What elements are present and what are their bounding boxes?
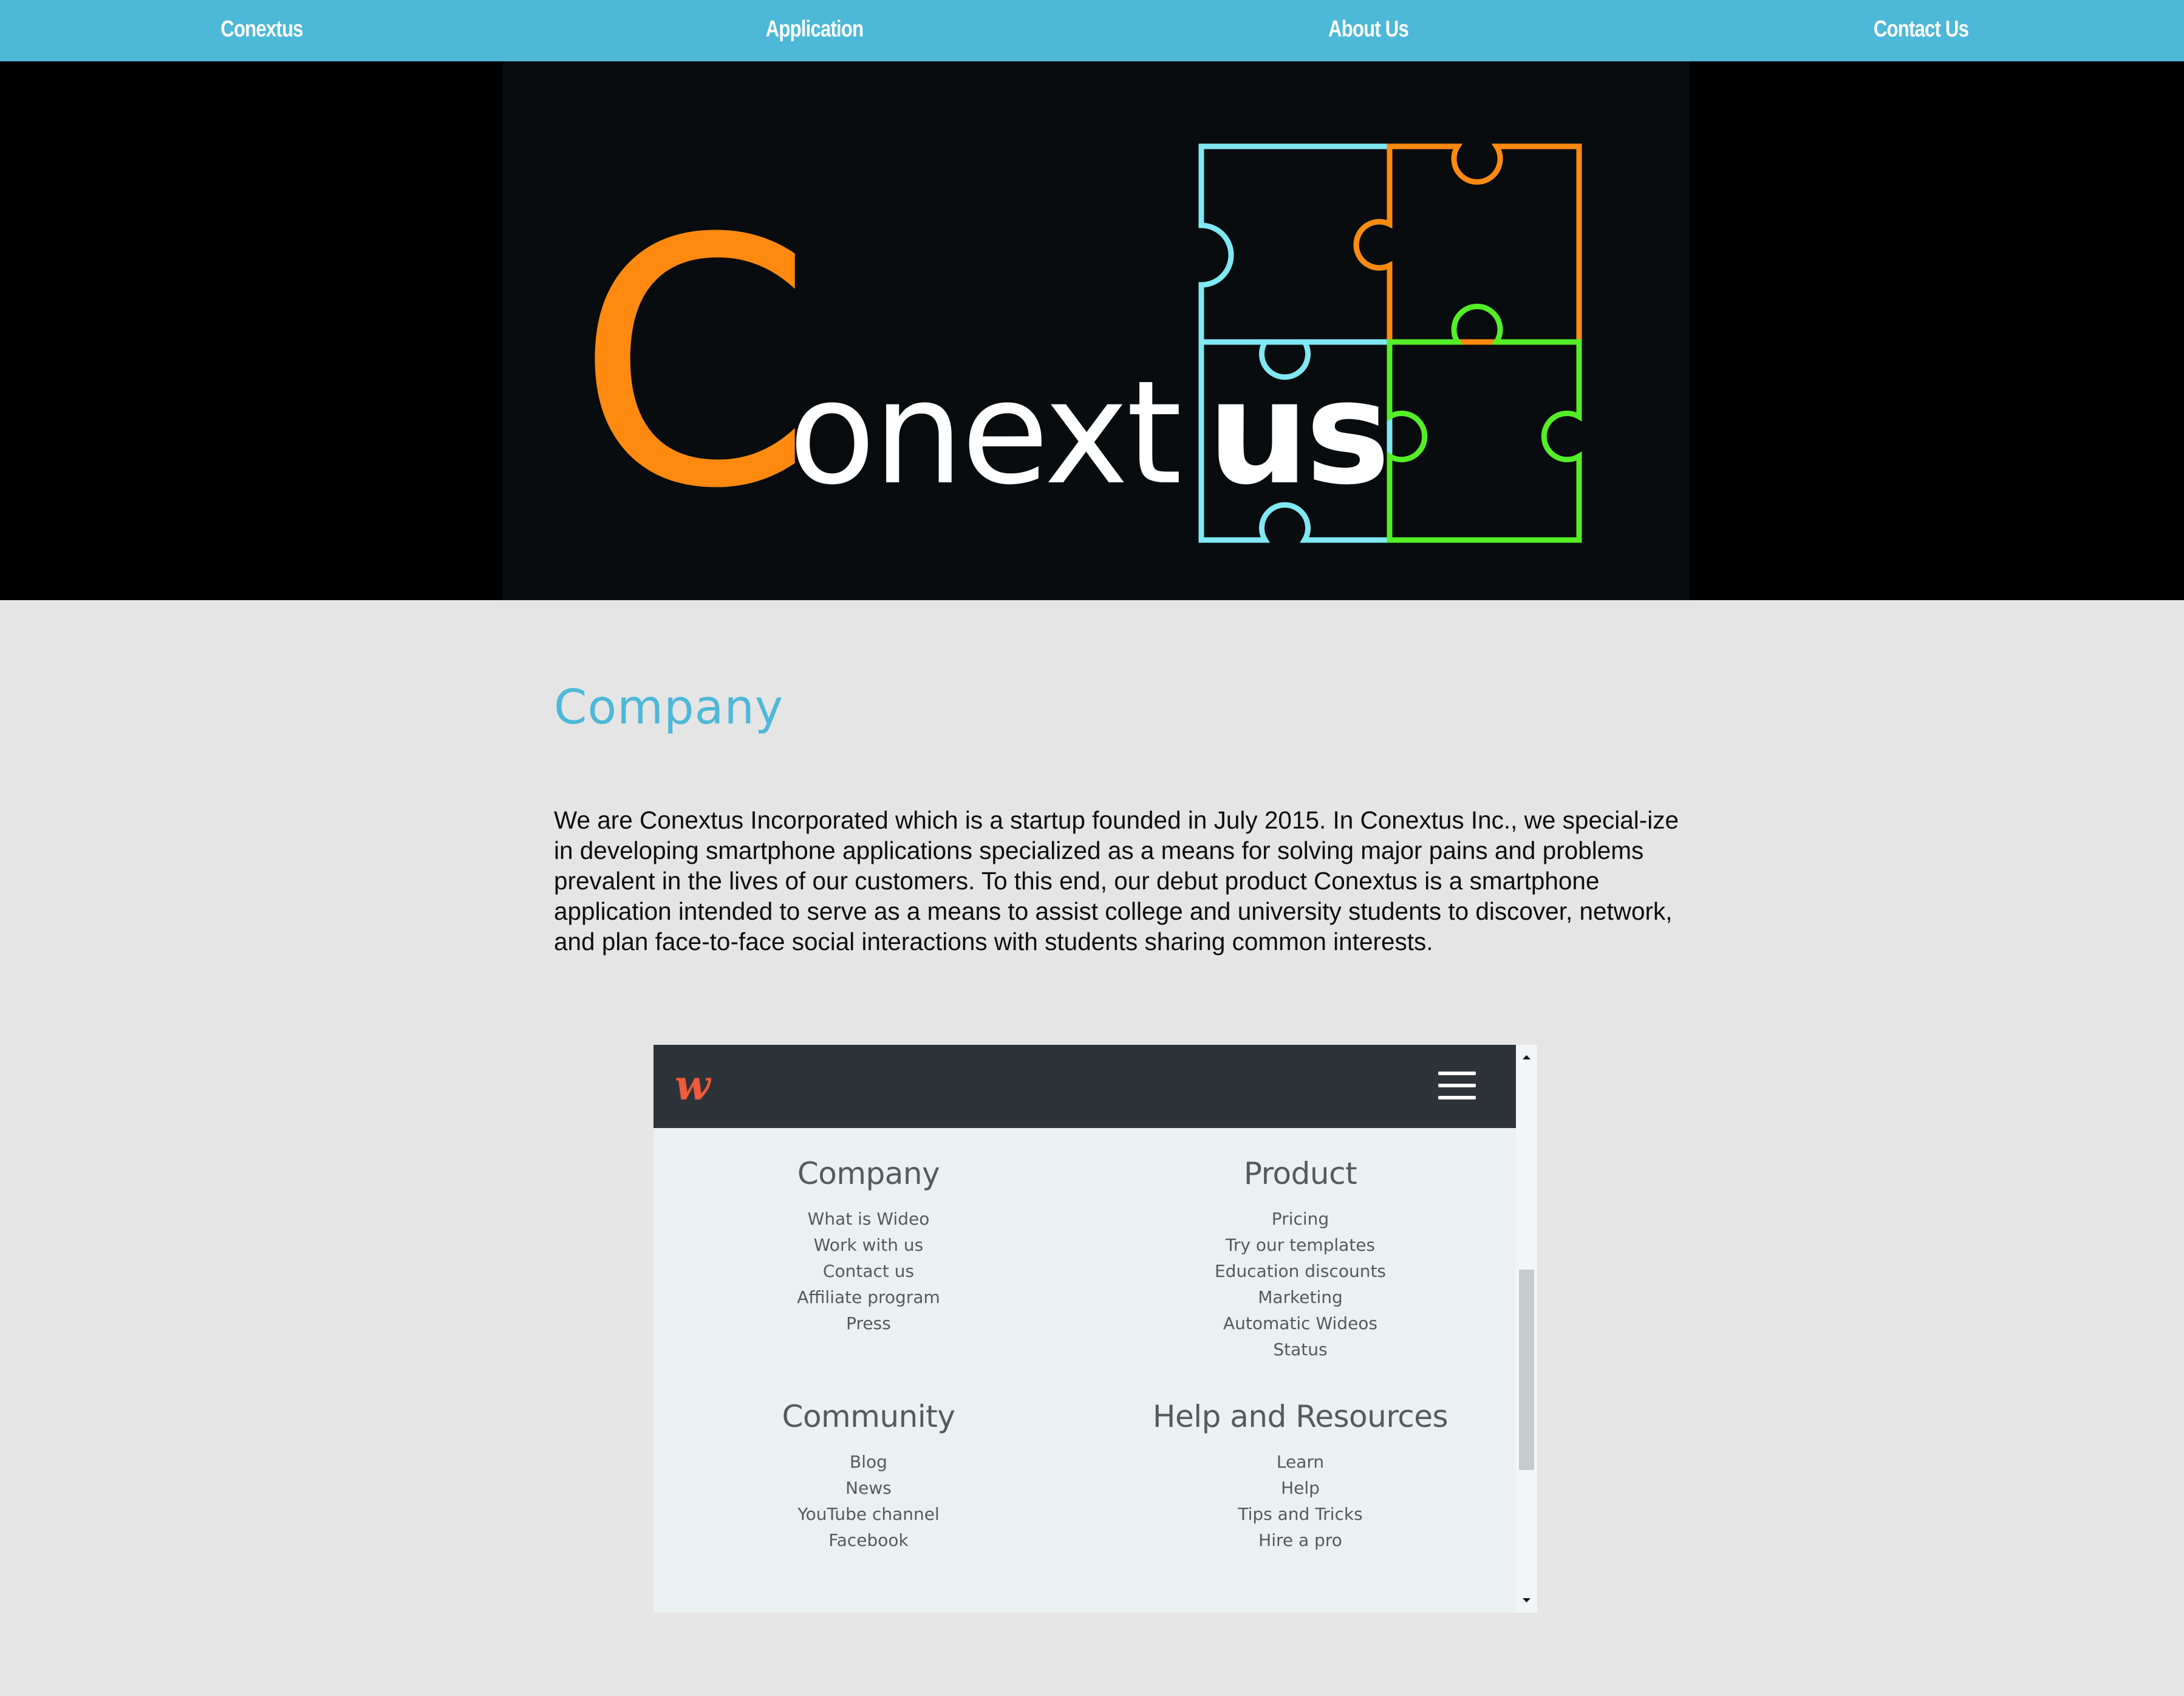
footer-link[interactable]: Help bbox=[1118, 1475, 1483, 1501]
logo-letter-c: C bbox=[576, 167, 813, 563]
wideo-logo-icon[interactable]: w bbox=[675, 1058, 723, 1113]
footer-link[interactable]: Education discounts bbox=[1118, 1258, 1483, 1284]
footer-link[interactable]: What is Wideo bbox=[686, 1206, 1051, 1232]
footer-link[interactable]: Press bbox=[686, 1310, 1051, 1336]
top-navigation-bar: Conextus Application About Us Contact Us bbox=[0, 0, 2184, 61]
nav-item-contact-us[interactable]: Contact Us bbox=[1772, 0, 2070, 61]
footer-link[interactable]: Tips and Tricks bbox=[1118, 1501, 1483, 1527]
footer-column-community: Community Blog News YouTube channel Face… bbox=[686, 1395, 1051, 1553]
embedded-footer-frame: w Company What is Wideo Work with us Con… bbox=[653, 1045, 1537, 1613]
logo-wordmark-end: us bbox=[1207, 350, 1387, 516]
hero-section: C onext us bbox=[0, 61, 2184, 600]
puzzle-piece-top-left bbox=[1198, 143, 1393, 345]
footer-link[interactable]: News bbox=[686, 1475, 1051, 1501]
footer-link[interactable]: Facebook bbox=[686, 1527, 1051, 1553]
hamburger-line bbox=[1438, 1072, 1476, 1075]
column-title: Product bbox=[1243, 1156, 1357, 1191]
footer-link[interactable]: Try our templates bbox=[1118, 1232, 1483, 1258]
embed-scrollbar[interactable] bbox=[1516, 1045, 1537, 1613]
scroll-down-arrow-icon[interactable] bbox=[1516, 1592, 1537, 1610]
footer-column-help-resources: Help and Resources Learn Help Tips and T… bbox=[1118, 1395, 1483, 1553]
nav-item-conextus[interactable]: Conextus bbox=[112, 0, 411, 61]
footer-link[interactable]: Work with us bbox=[686, 1232, 1051, 1258]
embed-header: w bbox=[653, 1045, 1516, 1128]
column-title: Help and Resources bbox=[1152, 1399, 1449, 1434]
footer-link[interactable]: Hire a pro bbox=[1118, 1527, 1483, 1553]
footer-link[interactable]: Marketing bbox=[1118, 1284, 1483, 1310]
footer-link[interactable]: Blog bbox=[686, 1449, 1051, 1475]
footer-link[interactable]: YouTube channel bbox=[686, 1501, 1051, 1527]
column-title: Community bbox=[782, 1399, 955, 1434]
scroll-thumb[interactable] bbox=[1519, 1270, 1534, 1470]
hamburger-line bbox=[1438, 1084, 1476, 1087]
footer-link[interactable]: Automatic Wideos bbox=[1118, 1310, 1483, 1336]
footer-link[interactable]: Status bbox=[1118, 1336, 1483, 1363]
footer-column-product: Product Pricing Try our templates Educat… bbox=[1118, 1152, 1483, 1363]
footer-column-company: Company What is Wideo Work with us Conta… bbox=[686, 1152, 1051, 1336]
conextus-logo: C onext us bbox=[576, 143, 1582, 563]
puzzle-piece-top-right bbox=[1353, 143, 1582, 345]
footer-link[interactable]: Contact us bbox=[686, 1258, 1051, 1284]
nav-item-application[interactable]: Application bbox=[665, 0, 964, 61]
footer-link[interactable]: Pricing bbox=[1118, 1206, 1483, 1232]
hamburger-line bbox=[1438, 1096, 1476, 1099]
scroll-up-arrow-icon[interactable] bbox=[1516, 1048, 1537, 1066]
nav-item-about-us[interactable]: About Us bbox=[1219, 0, 1518, 61]
embed-body: Company What is Wideo Work with us Conta… bbox=[653, 1128, 1516, 1613]
footer-link[interactable]: Affiliate program bbox=[686, 1284, 1051, 1310]
logo-wordmark-middle: onext bbox=[788, 350, 1179, 516]
footer-link[interactable]: Learn bbox=[1118, 1449, 1483, 1475]
hero-banner: C onext us bbox=[503, 61, 1690, 600]
hamburger-icon[interactable] bbox=[1438, 1070, 1476, 1101]
company-heading: Company bbox=[554, 680, 784, 735]
column-title: Company bbox=[797, 1156, 940, 1191]
company-intro-paragraph: We are Conextus Incorporated which is a … bbox=[554, 806, 1679, 956]
